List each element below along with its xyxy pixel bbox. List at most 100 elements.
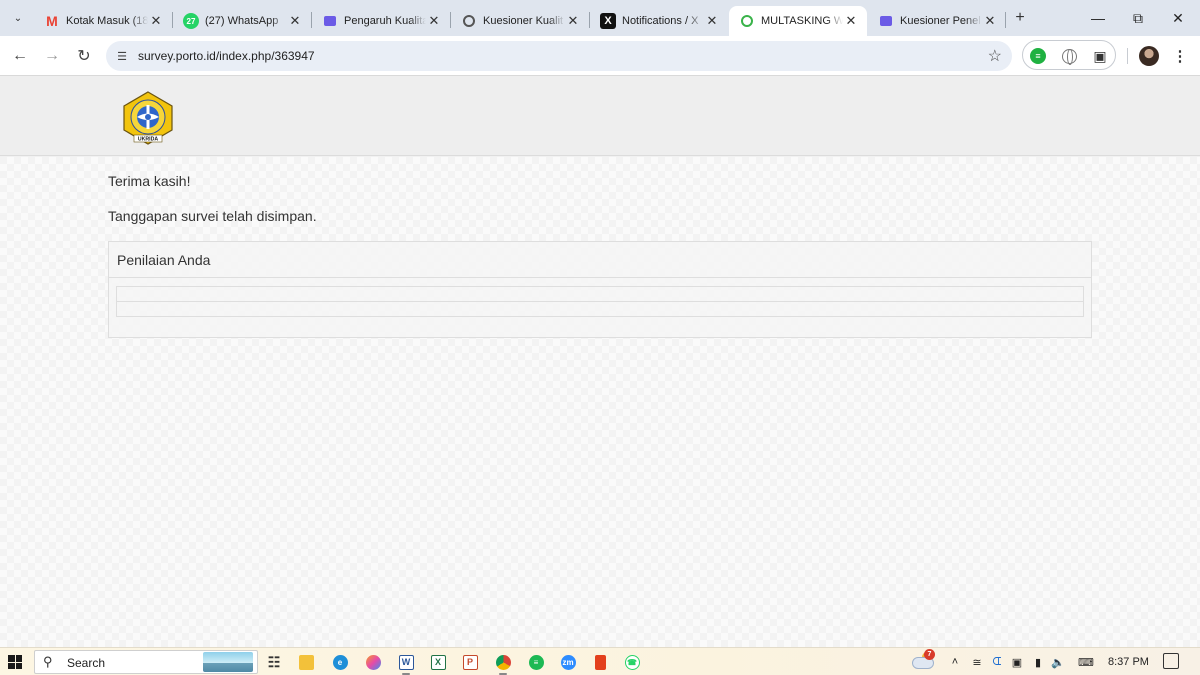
minimize-button[interactable]: — (1078, 6, 1118, 30)
restore-icon: ⧉ (1133, 9, 1143, 26)
edge-icon[interactable]: e (330, 652, 350, 672)
start-tile (8, 655, 15, 662)
gmail-icon: M (46, 13, 58, 29)
chrome-icon[interactable] (493, 652, 513, 675)
forward-button[interactable]: → (40, 44, 64, 68)
search-icon: ⚲ (43, 654, 53, 669)
ukrida-logo[interactable]: UKRIDA (120, 90, 176, 146)
camera-icon[interactable]: ▣ (1010, 653, 1024, 671)
close-icon[interactable]: ✕ (426, 13, 442, 29)
extensions-group: ≡ ▣ (1022, 40, 1116, 70)
notification-center-icon[interactable] (1163, 653, 1179, 669)
extension-green-button[interactable]: ≡ (1029, 47, 1047, 65)
close-icon[interactable]: ✕ (982, 13, 998, 29)
tab-title: Kuesioner Kualit (483, 15, 564, 27)
excel-icon[interactable]: X (428, 652, 448, 672)
back-button[interactable]: ← (8, 44, 32, 68)
close-icon: ✕ (1172, 9, 1184, 26)
chevron-up-icon: ˄ (951, 656, 959, 668)
whatsapp-icon[interactable]: ☎ (622, 652, 642, 672)
more-vert-icon: ⋮ (1172, 48, 1188, 65)
tab-gmail[interactable]: M Kotak Masuk (18 ✕ (34, 6, 172, 36)
tab-title: Kuesioner Penel (900, 15, 981, 27)
zoom-icon[interactable]: zm (558, 652, 578, 672)
file-explorer-icon[interactable] (296, 652, 316, 672)
spotify-icon[interactable]: ≡ (526, 652, 546, 672)
task-view-icon[interactable]: ☷ (264, 652, 284, 672)
assessment-panel: Penilaian Anda (108, 241, 1092, 338)
restore-button[interactable]: ⧉ (1118, 6, 1158, 30)
keyboard-icon[interactable]: ⌨ (1074, 653, 1098, 671)
start-tile (8, 662, 15, 669)
forms-icon (322, 13, 338, 29)
tab-title: Notifications / X (622, 15, 699, 27)
table-row (117, 287, 1083, 302)
reload-icon: ↻ (77, 48, 91, 65)
close-icon[interactable]: ✕ (704, 13, 720, 29)
extensions-button[interactable]: ▣ (1091, 47, 1109, 65)
profile-avatar[interactable] (1139, 46, 1159, 66)
survey-icon (739, 13, 755, 29)
tab-whatsapp[interactable]: 27 (27) WhatsApp ✕ (173, 6, 311, 36)
chevron-down-icon: ⌄ (13, 12, 23, 24)
tab-pengaruh[interactable]: Pengaruh Kualita ✕ (312, 6, 450, 36)
bluetooth-icon[interactable]: ᗭ (990, 653, 1004, 671)
browser-menu-button[interactable]: ⋮ (1171, 46, 1189, 66)
url-text[interactable]: survey.porto.id/index.php/363947 (138, 49, 315, 63)
bookmark-star-icon[interactable]: ☆ (988, 46, 1002, 66)
tab-multasking[interactable]: MULTASKING W ✕ (729, 6, 867, 36)
forms-icon (878, 13, 894, 29)
reload-button[interactable]: ↻ (72, 44, 96, 68)
tab-kuesioner-penel[interactable]: Kuesioner Penel ✕ (868, 6, 1006, 36)
volume-icon[interactable]: 🔈 (1050, 653, 1066, 671)
tab-strip: ⌄ M Kotak Masuk (18 ✕ 27 (27) WhatsApp ✕… (0, 0, 1200, 36)
puzzle-icon: ▣ (1093, 47, 1107, 64)
search-highlight-image (203, 652, 253, 672)
taskbar-search-label: Search (67, 656, 106, 670)
weather-badge: 7 (924, 649, 935, 660)
logo-text: UKRIDA (138, 137, 158, 143)
taskbar-clock[interactable]: 8:37 PM (1108, 656, 1149, 668)
arrow-left-icon: ← (12, 47, 28, 64)
tab-title: (27) WhatsApp (205, 15, 279, 27)
new-tab-button[interactable]: + (1010, 9, 1030, 27)
close-icon[interactable]: ✕ (565, 13, 581, 29)
word-icon[interactable]: W (396, 652, 416, 675)
close-icon[interactable]: ✕ (287, 13, 303, 29)
table-row (117, 302, 1083, 317)
close-icon[interactable]: ✕ (843, 13, 859, 29)
powerpoint-icon[interactable]: P (460, 652, 480, 672)
close-icon[interactable]: ✕ (148, 13, 164, 29)
tab-title: Pengaruh Kualita (344, 15, 426, 27)
site-header: UKRIDA (0, 76, 1200, 156)
browser-toolbar: ← → ↻ ☰ survey.porto.id/index.php/363947… (0, 36, 1200, 76)
copilot-icon[interactable] (363, 652, 383, 672)
extension-globe-button[interactable] (1060, 47, 1078, 65)
tab-kuesioner-kualit[interactable]: Kuesioner Kualit ✕ (451, 6, 589, 36)
network-icon[interactable]: ≅ (970, 653, 984, 671)
battery-icon[interactable]: ▮ (1030, 653, 1046, 671)
windows-start-button[interactable] (8, 655, 22, 669)
tab-title: MULTASKING W (761, 15, 843, 27)
survey-content: Terima kasih! Tanggapan survei telah dis… (0, 157, 1200, 647)
office-icon[interactable] (590, 652, 610, 672)
tray-overflow-button[interactable]: ˄ (948, 653, 962, 671)
plus-icon: + (1015, 9, 1025, 26)
arrow-right-icon: → (44, 47, 60, 64)
globe-icon (1061, 48, 1077, 65)
start-tile (15, 662, 22, 669)
start-tile (15, 655, 22, 662)
toolbar-separator (1127, 48, 1128, 64)
address-bar[interactable]: ☰ survey.porto.id/index.php/363947 ☆ (106, 41, 1012, 71)
tab-notifications-x[interactable]: X Notifications / X ✕ (590, 6, 728, 36)
tab-title: Kotak Masuk (18 (66, 15, 148, 27)
site-info-icon[interactable]: ☰ (114, 48, 130, 64)
weather-widget[interactable]: 7 (912, 649, 936, 671)
assessment-table (116, 286, 1084, 317)
close-window-button[interactable]: ✕ (1158, 6, 1198, 30)
x-icon: X (600, 13, 616, 29)
saved-message: Tanggapan survei telah disimpan. (108, 208, 317, 224)
tab-search-button[interactable]: ⌄ (6, 7, 30, 29)
taskbar-search-box[interactable]: ⚲ Search (34, 650, 258, 674)
whatsapp-icon: 27 (183, 13, 199, 29)
